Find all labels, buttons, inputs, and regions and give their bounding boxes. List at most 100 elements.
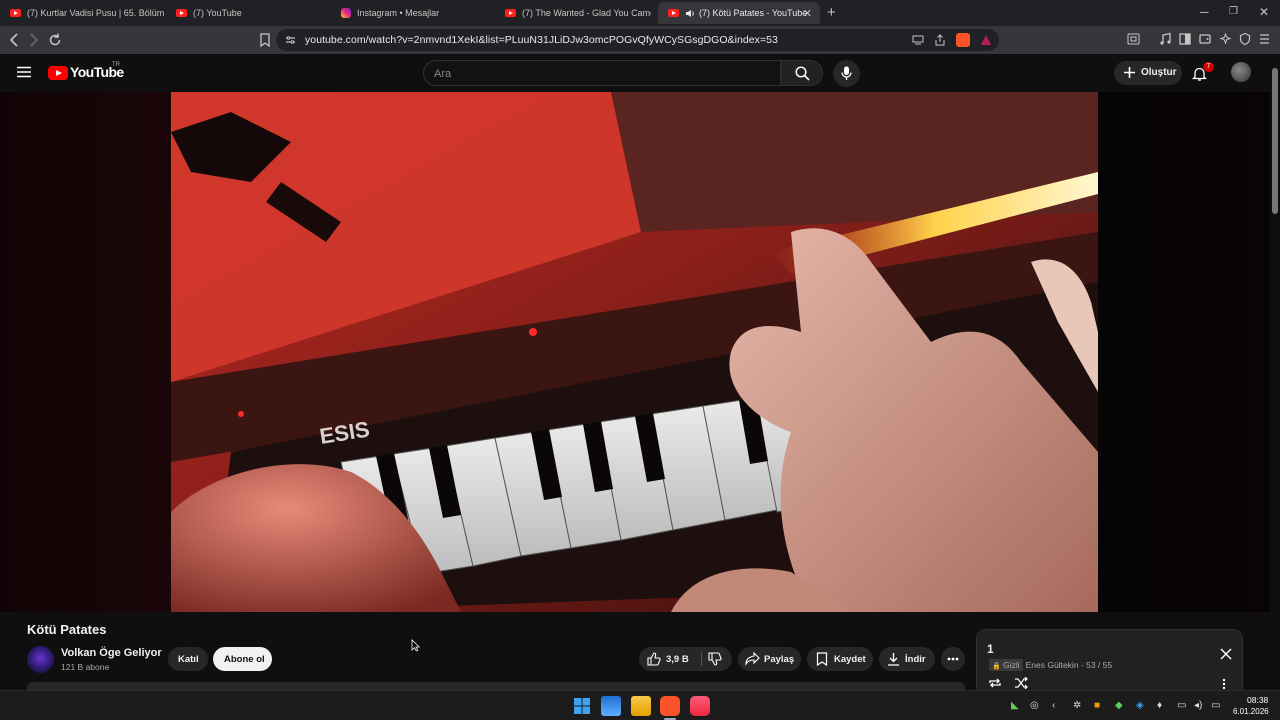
tab-search-icon[interactable] (1127, 32, 1140, 46)
plus-icon (1124, 67, 1135, 78)
brave-shields-icon[interactable] (956, 33, 970, 47)
sidebar-icon[interactable] (1179, 32, 1191, 46)
playlist-owner[interactable]: Enes Gültekin (1026, 660, 1079, 670)
page-scrollbar[interactable] (1270, 54, 1280, 690)
leo-ai-icon[interactable] (1219, 32, 1232, 46)
channel-avatar[interactable] (27, 646, 54, 673)
music-icon[interactable] (1159, 32, 1172, 46)
music-app-icon[interactable] (690, 696, 710, 716)
save-bookmark-icon (816, 652, 828, 666)
description-box[interactable] (27, 682, 965, 690)
browser-menu-icon[interactable] (1258, 32, 1271, 46)
tray-shield-icon[interactable]: ◆ (1115, 700, 1123, 711)
tray-app-icon[interactable]: ■ (1094, 700, 1100, 711)
share-button[interactable]: Paylaş (738, 647, 801, 671)
like-button[interactable]: 3,9 B (639, 647, 701, 671)
youtube-logo-icon[interactable] (48, 66, 68, 80)
share-page-icon[interactable] (934, 34, 946, 46)
account-avatar[interactable] (1231, 62, 1251, 82)
tray-settings-icon[interactable]: ✲ (1073, 700, 1081, 711)
video-frame-piano: ESIS (171, 92, 1098, 612)
vpn-shield-icon[interactable] (1239, 32, 1251, 46)
join-button[interactable]: Katıl (168, 647, 208, 671)
channel-name[interactable]: Volkan Öge Geliyor (61, 647, 162, 659)
brave-rewards-icon[interactable] (980, 34, 992, 46)
speaker-icon[interactable] (685, 9, 695, 18)
tray-cloud-icon[interactable]: ◈ (1136, 700, 1144, 711)
save-button-label: Kaydet (834, 654, 866, 665)
windows-taskbar: ◣ ◎ ‹ ✲ ■ ◆ ◈ ♦ ▭ ◂) ▭ 08:38 6.01.2026 (0, 690, 1280, 720)
thumbs-down-icon (708, 652, 722, 666)
browser-tab-active[interactable]: (7) Kötü Patates - YouTube ✕ (658, 2, 820, 24)
playlist-title[interactable]: 1 (987, 642, 994, 656)
scrollbar-thumb[interactable] (1272, 68, 1278, 214)
shuffle-icon[interactable] (1014, 677, 1028, 689)
browser-tab[interactable]: (7) YouTube (166, 2, 331, 24)
subscribe-button[interactable]: Abone ol (213, 647, 272, 671)
playlist-position: 53 / 55 (1086, 660, 1113, 670)
search-button[interactable] (780, 60, 823, 86)
search-input[interactable] (434, 66, 764, 82)
youtube-icon (505, 9, 516, 17)
microphone-icon (841, 66, 852, 80)
tray-steam-icon[interactable]: ◎ (1030, 700, 1039, 711)
download-icon (888, 653, 899, 666)
playlist-meta: 🔒 Gizli Enes Gültekin - 53 / 55 (989, 659, 1113, 673)
minimize-icon[interactable]: ─ (1200, 5, 1209, 19)
tray-microphone-icon[interactable]: ♦ (1157, 700, 1162, 711)
dislike-button[interactable] (702, 647, 732, 671)
browser-tab[interactable]: (7) Kurtlar Vadisi Pusu | 65. Bölüm | Y (0, 2, 166, 24)
download-button-label: İndir (905, 654, 926, 665)
tray-chevron-icon[interactable]: ‹ (1052, 700, 1055, 711)
tray-battery-icon[interactable]: ▭ (1211, 700, 1220, 711)
browser-tab[interactable]: Instagram • Mesajlar (331, 2, 496, 24)
close-icon[interactable] (1220, 648, 1232, 660)
download-button[interactable]: İndir (879, 647, 935, 671)
site-settings-icon[interactable] (285, 35, 296, 45)
cast-icon[interactable] (912, 35, 924, 45)
like-count: 3,9 B (666, 654, 689, 665)
close-tab-icon[interactable]: ✕ (803, 7, 812, 20)
taskbar-clock-time[interactable]: 08:38 (1247, 695, 1268, 705)
more-horizontal-icon (947, 657, 959, 661)
tab-title: (7) YouTube (193, 8, 242, 18)
subscribe-button-label: Abone ol (224, 654, 265, 665)
brave-browser-icon[interactable] (660, 696, 680, 716)
restore-icon[interactable]: ❐ (1229, 6, 1238, 17)
tab-title: Instagram • Mesajlar (357, 8, 440, 18)
tray-network-icon[interactable]: ▭ (1177, 700, 1186, 711)
new-tab-button[interactable]: + (827, 4, 836, 21)
address-bar[interactable]: youtube.com/watch?v=2nmvnd1XekI&list=PLu… (276, 29, 999, 51)
back-icon[interactable] (9, 32, 19, 48)
video-player[interactable]: ESIS (171, 92, 1098, 612)
like-dislike-group: 3,9 B (639, 647, 732, 671)
share-button-label: Paylaş (764, 654, 795, 665)
youtube-icon (176, 9, 187, 17)
close-window-icon[interactable]: ✕ (1259, 5, 1269, 19)
tab-title: (7) The Wanted - Glad You Came - Yo (522, 8, 651, 18)
taskbar-clock-date[interactable]: 6.01.2026 (1233, 707, 1269, 716)
file-explorer-icon[interactable] (631, 696, 651, 716)
bookmark-icon[interactable] (259, 32, 271, 48)
reload-icon[interactable] (48, 32, 62, 48)
youtube-header: YouTube TR Oluştur 7 (0, 54, 1280, 92)
save-button[interactable]: Kaydet (807, 647, 873, 671)
create-button[interactable]: Oluştur (1114, 61, 1182, 85)
hamburger-menu-icon[interactable] (17, 66, 31, 78)
loop-icon[interactable] (988, 677, 1002, 689)
tray-volume-icon[interactable]: ◂) (1194, 700, 1202, 711)
more-vertical-icon[interactable] (1222, 678, 1226, 690)
notification-count-badge: 7 (1203, 62, 1214, 72)
instagram-icon (341, 8, 351, 18)
task-view-app-icon[interactable] (601, 696, 621, 716)
share-icon (745, 652, 760, 666)
forward-icon[interactable] (29, 32, 39, 48)
search-box (423, 60, 781, 86)
browser-tab[interactable]: (7) The Wanted - Glad You Came - Yo (495, 2, 651, 24)
tray-nvidia-icon[interactable]: ◣ (1011, 700, 1019, 711)
video-title: Kötü Patates (27, 622, 107, 637)
wallet-icon[interactable] (1199, 32, 1211, 46)
windows-start-icon[interactable] (573, 697, 591, 715)
voice-search-button[interactable] (833, 60, 860, 87)
more-actions-button[interactable] (941, 647, 965, 671)
